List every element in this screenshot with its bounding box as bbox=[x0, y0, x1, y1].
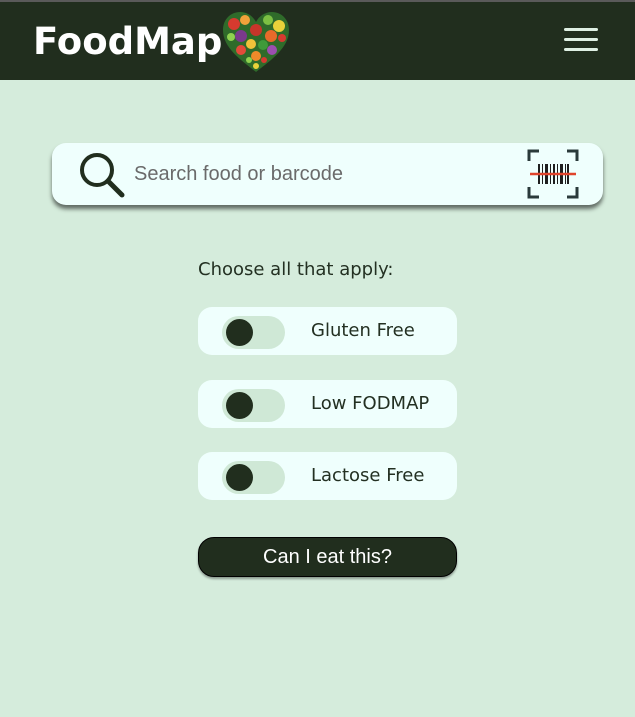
search-input[interactable] bbox=[134, 155, 514, 193]
hamburger-menu-button[interactable] bbox=[562, 26, 600, 54]
barcode-scan-icon[interactable] bbox=[527, 149, 579, 199]
toggle-knob bbox=[226, 464, 253, 491]
menu-line bbox=[564, 28, 598, 31]
option-label: Lactose Free bbox=[311, 465, 425, 486]
low-fodmap-toggle[interactable] bbox=[222, 389, 285, 422]
option-lactose-free[interactable]: Lactose Free bbox=[198, 452, 457, 500]
toggle-knob bbox=[226, 392, 253, 419]
option-label: Gluten Free bbox=[311, 320, 415, 341]
search-bar bbox=[52, 143, 603, 205]
can-i-eat-this-button[interactable]: Can I eat this? bbox=[198, 537, 457, 577]
menu-line bbox=[564, 38, 598, 41]
gluten-free-toggle[interactable] bbox=[222, 316, 285, 349]
menu-line bbox=[564, 48, 598, 51]
option-low-fodmap[interactable]: Low FODMAP bbox=[198, 380, 457, 428]
option-label: Low FODMAP bbox=[311, 393, 430, 414]
lactose-free-toggle[interactable] bbox=[222, 461, 285, 494]
app-title[interactable]: FoodMap bbox=[33, 20, 222, 63]
filter-prompt: Choose all that apply: bbox=[198, 259, 394, 280]
option-gluten-free[interactable]: Gluten Free bbox=[198, 307, 457, 355]
magnifier-icon[interactable] bbox=[78, 151, 126, 199]
toggle-knob bbox=[226, 319, 253, 346]
top-navigation-bar: FoodMap bbox=[0, 0, 635, 80]
heart-of-vegetables-icon bbox=[223, 12, 289, 72]
